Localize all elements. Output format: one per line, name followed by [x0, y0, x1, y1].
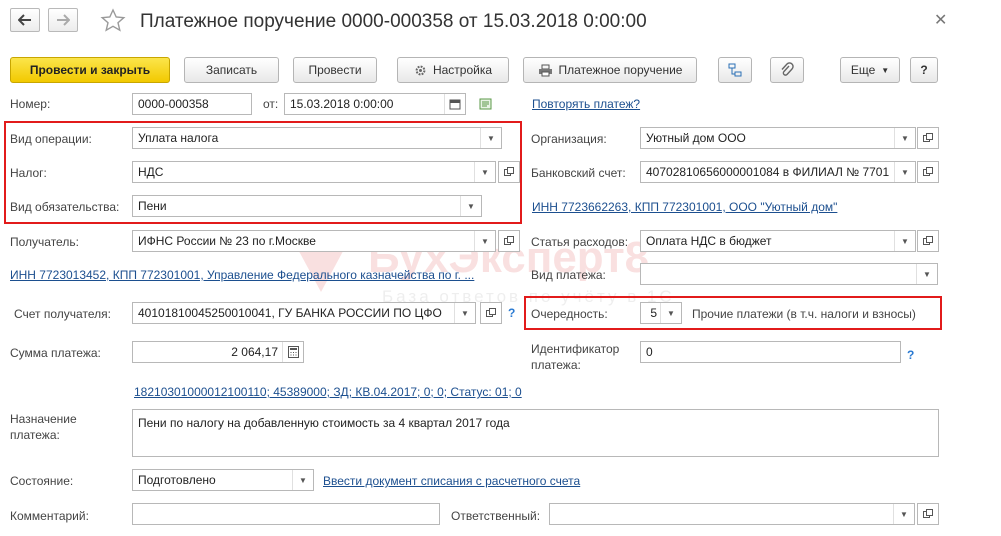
organization-details-link[interactable]: ИНН 7723662263, КПП 772301001, ООО "Уютн… [532, 200, 837, 214]
attachments-button[interactable] [770, 57, 804, 83]
organization-select[interactable]: Уютный дом ООО ▼ [640, 127, 916, 149]
favorite-button[interactable] [100, 8, 126, 37]
payment-type-select[interactable]: ▼ [640, 263, 938, 285]
date-label: от: [263, 97, 279, 111]
chevron-down-icon: ▼ [881, 65, 890, 75]
budget-details-link[interactable]: 18210301000012100110; 45389000; ЗД; КВ.0… [134, 385, 522, 399]
recipient-select[interactable]: ИФНС России № 23 по г.Москве ▼ [132, 230, 496, 252]
dropdown-icon[interactable]: ▼ [894, 162, 915, 182]
enter-writeoff-link[interactable]: Ввести документ списания с расчетного сч… [323, 474, 580, 488]
payment-purpose-textarea[interactable]: Пени по налогу на добавленную стоимость … [132, 409, 939, 457]
open-icon[interactable] [498, 230, 520, 252]
organization-label: Организация: [531, 132, 607, 146]
repeat-payment-link[interactable]: Повторять платеж? [532, 97, 640, 111]
more-label: Еще [850, 63, 876, 77]
amount-label: Сумма платежа: [10, 346, 101, 360]
back-arrow-icon [18, 14, 31, 26]
settings-label: Настройка [432, 63, 493, 77]
settings-button[interactable]: Настройка [397, 57, 509, 83]
amount-field[interactable]: 2 064,17 [132, 341, 304, 363]
open-icon[interactable] [917, 503, 939, 525]
date-field[interactable]: 15.03.2018 0:00:00 [284, 93, 466, 115]
identifier-label-line2: платежа: [531, 358, 581, 372]
forward-button[interactable] [48, 8, 78, 32]
number-label: Номер: [10, 97, 51, 111]
open-icon[interactable] [917, 230, 939, 252]
save-button[interactable]: Записать [184, 57, 279, 83]
paperclip-icon [781, 62, 794, 76]
dropdown-icon[interactable]: ▼ [893, 504, 914, 524]
comment-field[interactable] [132, 503, 440, 525]
recipient-account-select[interactable]: 40101810045250010041, ГУ БАНКА РОССИИ ПО… [132, 302, 476, 324]
post-button[interactable]: Провести [293, 57, 377, 83]
dropdown-icon[interactable]: ▼ [292, 470, 313, 490]
open-icon[interactable] [480, 302, 502, 324]
bank-account-label: Банковский счет: [531, 166, 626, 180]
more-button[interactable]: Еще ▼ [840, 57, 900, 83]
document-status-icon[interactable] [478, 96, 494, 115]
star-icon [100, 8, 126, 32]
state-label: Состояние: [10, 474, 74, 488]
dropdown-icon[interactable]: ▼ [916, 264, 937, 284]
calendar-icon[interactable] [444, 94, 465, 114]
recipient-account-label: Счет получателя: [14, 307, 111, 321]
print-label: Платежное поручение [558, 63, 683, 77]
purpose-label-line2: платежа: [10, 428, 60, 442]
gear-icon [415, 65, 426, 75]
payment-identifier-field[interactable]: 0 [640, 341, 901, 363]
recipient-label: Получатель: [10, 235, 79, 249]
comment-label: Комментарий: [10, 509, 89, 523]
payment-type-label: Вид платежа: [531, 268, 606, 282]
structure-button[interactable] [718, 57, 752, 83]
dropdown-icon[interactable]: ▼ [454, 303, 475, 323]
dropdown-icon[interactable]: ▼ [894, 128, 915, 148]
post-and-close-button[interactable]: Провести и закрыть [10, 57, 170, 83]
highlight-box-tax [4, 121, 522, 224]
page-title: Платежное поручение 0000-000358 от 15.03… [140, 11, 647, 32]
printer-icon [538, 64, 552, 76]
structure-icon [728, 63, 742, 77]
question-icon[interactable]: ? [907, 348, 914, 362]
responsible-select[interactable]: ▼ [549, 503, 915, 525]
calculator-icon[interactable] [282, 342, 303, 362]
close-icon[interactable]: ✕ [934, 10, 947, 30]
open-icon[interactable] [917, 161, 939, 183]
forward-arrow-icon [57, 14, 70, 26]
recipient-details-link[interactable]: ИНН 7723013452, КПП 772301001, Управлени… [10, 268, 474, 282]
open-icon[interactable] [917, 127, 939, 149]
identifier-label-line1: Идентификатор [531, 342, 620, 356]
number-field[interactable]: 0000-000358 [132, 93, 252, 115]
purpose-label-line1: Назначение [10, 412, 77, 426]
bank-account-select[interactable]: 40702810656000001084 в ФИЛИАЛ № 7701 ▼ [640, 161, 916, 183]
dropdown-icon[interactable]: ▼ [474, 231, 495, 251]
state-select[interactable]: Подготовлено ▼ [132, 469, 314, 491]
expense-item-label: Статья расходов: [531, 235, 629, 249]
back-button[interactable] [10, 8, 40, 32]
question-icon[interactable]: ? [508, 306, 515, 320]
help-button[interactable]: ? [910, 57, 938, 83]
print-payment-order-button[interactable]: Платежное поручение [523, 57, 697, 83]
expense-item-select[interactable]: Оплата НДС в бюджет ▼ [640, 230, 916, 252]
highlight-box-priority [524, 296, 942, 330]
responsible-label: Ответственный: [451, 509, 541, 523]
dropdown-icon[interactable]: ▼ [894, 231, 915, 251]
